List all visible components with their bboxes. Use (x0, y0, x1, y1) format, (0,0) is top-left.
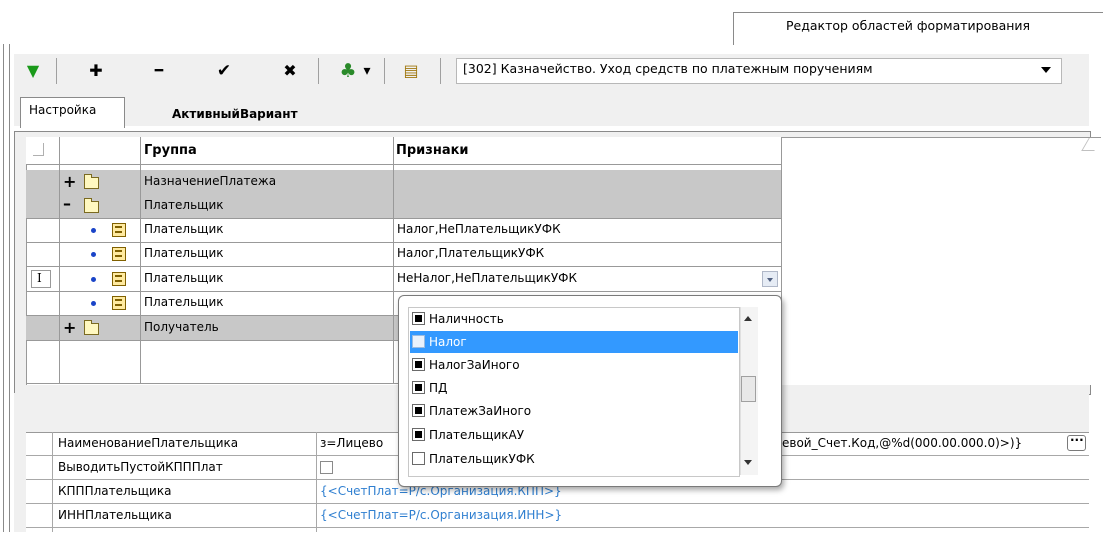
list-item[interactable]: Налог (410, 331, 738, 353)
group-name: Получатель (144, 320, 219, 334)
checkbox[interactable] (412, 312, 425, 325)
item-icon (112, 296, 126, 310)
tree-icon[interactable]: ♣ (337, 60, 359, 82)
list-item[interactable]: Наличность (410, 308, 738, 330)
open-folder-icon (84, 198, 99, 213)
column-divider (140, 137, 141, 383)
item-features[interactable]: Налог,НеПлательщикУФК (397, 218, 561, 240)
checkbox[interactable] (412, 381, 425, 394)
scroll-up-icon[interactable] (744, 316, 752, 321)
property-name: КПППлательщика (58, 484, 172, 498)
item-icon (112, 247, 126, 261)
column-header-group[interactable]: Группа (144, 138, 197, 164)
item-name: Плательщик (144, 295, 224, 309)
bullet-icon (91, 228, 96, 233)
tab-settings[interactable]: Настройка (20, 97, 125, 128)
toolbar-separator (384, 58, 385, 84)
item-name: Плательщик (144, 222, 224, 236)
list-item-label: ПД (429, 381, 448, 395)
item-icon (112, 223, 126, 237)
list-item[interactable]: ПД (410, 377, 738, 399)
more-button[interactable]: ··· (1067, 433, 1086, 451)
chevron-down-icon (1041, 67, 1051, 73)
select-all-corner[interactable] (33, 143, 44, 156)
expand-icon[interactable]: + (63, 320, 76, 336)
property-value-tail[interactable]: евой_Счет.Код,@%d(000.00.000.0)>)} (782, 432, 1022, 454)
column-divider (393, 137, 394, 383)
item-name: Плательщик (144, 246, 224, 260)
toolbar-separator (440, 58, 441, 84)
checkbox[interactable] (412, 428, 425, 441)
property-value[interactable]: з=Лицево (320, 432, 383, 454)
item-name: Плательщик (144, 271, 224, 285)
list-item-label: ПлатежЗаИного (429, 404, 532, 418)
tab-settings-label: Настройка (29, 103, 97, 117)
scrollbar-thumb[interactable] (741, 376, 756, 402)
bullet-icon (91, 277, 96, 282)
collapse-icon[interactable]: – (63, 196, 71, 212)
group-name: НазначениеПлатежа (144, 174, 277, 188)
column-divider (59, 137, 60, 383)
list-item[interactable]: ПлательщикУФК (410, 448, 738, 470)
empty-kpp-checkbox[interactable] (320, 461, 333, 474)
frame-line (3, 44, 4, 532)
chevron-down-icon (767, 278, 773, 282)
tab-format-areas-editor[interactable]: Редактор областей форматирования (733, 12, 1103, 45)
property-name: ИННПлательщика (58, 508, 172, 522)
folder-icon (84, 174, 99, 189)
item-icon (112, 272, 126, 286)
dropdown-button[interactable] (762, 271, 778, 287)
variant-select[interactable]: [302] Казначейство. Уход средств по плат… (456, 58, 1062, 84)
checkbox[interactable] (412, 404, 425, 417)
apply-button[interactable]: ✔ (213, 60, 235, 82)
group-name: Плательщик (144, 198, 224, 212)
list-item-label: НалогЗаИного (429, 358, 520, 372)
folder-icon (84, 320, 99, 335)
frame-line (9, 44, 10, 532)
add-button[interactable]: ✚ (85, 60, 107, 82)
property-name: НаименованиеПлательщика (58, 436, 239, 450)
tab-label: Редактор областей форматирования (786, 18, 1031, 33)
more-icon: ··· (1070, 433, 1084, 447)
bullet-icon (91, 252, 96, 257)
toolbar-separator (318, 58, 319, 84)
list-item-label: ПлательщикУФК (429, 452, 535, 466)
list-item-label: ПлательщикАУ (429, 428, 525, 442)
list-item-label: Налог (429, 335, 467, 349)
expand-icon[interactable]: + (63, 174, 76, 190)
toolbar-separator (56, 58, 57, 84)
list-item[interactable]: ПлательщикАУ (410, 424, 738, 446)
remove-button[interactable]: ━ (148, 60, 170, 82)
open-folder-icon[interactable]: ▤ (400, 60, 422, 82)
column-header-features[interactable]: Признаки (396, 138, 469, 164)
bullet-icon (91, 301, 96, 306)
list-item[interactable]: НалогЗаИного (410, 354, 738, 376)
checkbox[interactable] (412, 335, 425, 348)
tree-menu-chevron-icon[interactable]: ▾ (360, 60, 374, 82)
filter-icon[interactable]: ▼ (22, 60, 44, 82)
list-item[interactable]: ПлатежЗаИного (410, 400, 738, 422)
list-item-label: Наличность (429, 312, 504, 326)
checkbox[interactable] (412, 452, 425, 465)
variant-select-value: [302] Казначейство. Уход средств по плат… (463, 61, 873, 76)
property-name: ВыводитьПустойКПППлат (58, 460, 223, 474)
item-features-editor[interactable]: НеНалог,НеПлательщикУФК (397, 267, 577, 289)
scroll-down-icon[interactable] (744, 460, 752, 465)
property-value[interactable]: {<СчетПлат=Р/с.Организация.ИНН>} (320, 504, 562, 526)
text-cursor-icon: I (37, 271, 42, 285)
checkbox[interactable] (412, 358, 425, 371)
item-features[interactable]: Налог,ПлательщикУФК (397, 242, 544, 264)
cancel-button[interactable]: ✖ (279, 60, 301, 82)
tab-active-variant[interactable]: АктивныйВариант (172, 103, 298, 125)
